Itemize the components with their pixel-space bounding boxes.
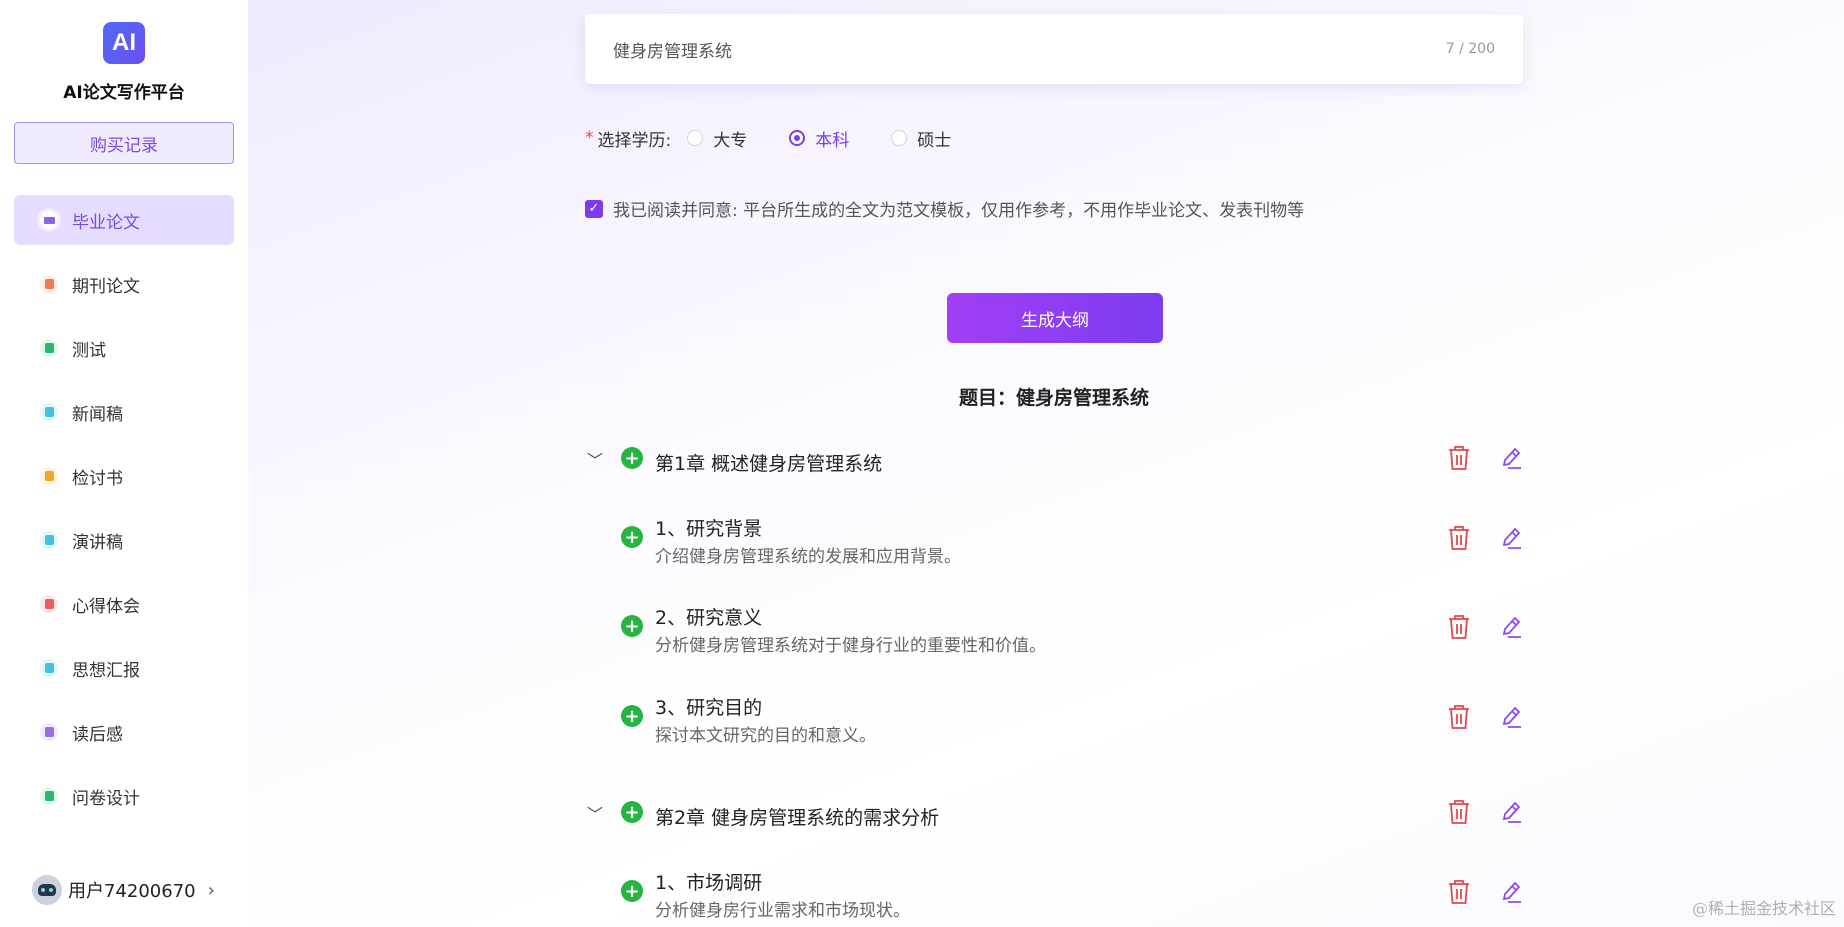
radio-label: 本科 (815, 130, 850, 151)
edit-icon[interactable] (1498, 525, 1522, 551)
edit-icon[interactable] (1498, 445, 1522, 471)
trash-icon[interactable] (1447, 799, 1471, 825)
radio-dot (891, 130, 908, 146)
chevron-down-icon[interactable]: ﹀ (587, 801, 603, 825)
edit-icon[interactable] (1498, 704, 1522, 730)
app-title: AI论文写作平台 (63, 83, 185, 103)
add-icon[interactable]: + (621, 615, 643, 637)
section-title: 2、研究意义 (655, 607, 763, 629)
section-title: 3、研究目的 (655, 697, 763, 719)
education-selector: * 选择学历: 大专 本科 硕士 (585, 124, 977, 152)
journal-icon (40, 275, 58, 293)
sidebar-item-self-criticism[interactable]: 检讨书 (14, 451, 234, 501)
speech-icon (40, 531, 58, 549)
generate-outline-button[interactable]: 生成大纲 (947, 293, 1163, 343)
required-mark: * (585, 128, 594, 148)
edit-icon[interactable] (1498, 799, 1522, 825)
review-icon (40, 467, 58, 485)
purchase-history-button[interactable]: 购买记录 (14, 122, 234, 164)
add-icon[interactable]: + (621, 705, 643, 727)
sidebar-item-label: 新闻稿 (72, 404, 123, 425)
section-desc: 介绍健身房管理系统的发展和应用背景。 (655, 547, 961, 567)
test-icon (40, 339, 58, 357)
trash-icon[interactable] (1447, 445, 1471, 471)
sidebar-item-label: 演讲稿 (72, 532, 123, 553)
sidebar-item-graduation-thesis[interactable]: 毕业论文 (14, 195, 234, 245)
add-icon[interactable]: + (621, 447, 643, 469)
sidebar-item-thought-report[interactable]: 思想汇报 (14, 643, 234, 693)
outline-title: 题目：健身房管理系统 (958, 387, 1149, 409)
trash-icon[interactable] (1447, 614, 1471, 640)
edit-icon[interactable] (1498, 879, 1522, 905)
graduation-cap-icon (40, 211, 58, 229)
sidebar-item-label: 期刊论文 (72, 276, 140, 297)
app-logo: AI (103, 22, 145, 64)
section-desc: 探讨本文研究的目的和意义。 (655, 726, 876, 746)
sidebar-item-label: 思想汇报 (72, 660, 140, 681)
radio-label: 大专 (713, 130, 748, 151)
radio-bachelor[interactable]: 本科 (789, 126, 849, 151)
radio-dot (687, 130, 704, 146)
section-desc: 分析健身房管理系统对于健身行业的重要性和价值。 (655, 636, 1046, 656)
chapter-title: 第2章 健身房管理系统的需求分析 (655, 807, 940, 829)
agreement-text: 我已阅读并同意: 平台所生成的全文为范文模板，仅用作参考，不用作毕业论文、发表刊… (613, 201, 1305, 221)
insight-icon (40, 595, 58, 613)
add-icon[interactable]: + (621, 801, 643, 823)
sidebar-item-press-release[interactable]: 新闻稿 (14, 387, 234, 437)
add-icon[interactable]: + (621, 880, 643, 902)
char-count: 7 / 200 (1445, 41, 1495, 57)
edit-icon[interactable] (1498, 614, 1522, 640)
radio-college[interactable]: 大专 (687, 126, 747, 151)
section-title: 1、市场调研 (655, 872, 763, 894)
radio-label: 硕士 (917, 130, 952, 151)
sidebar-item-label: 读后感 (72, 724, 123, 745)
book-icon (40, 723, 58, 741)
add-icon[interactable]: + (621, 526, 643, 548)
agreement-row: ✓ 我已阅读并同意: 平台所生成的全文为范文模板，仅用作参考，不用作毕业论文、发… (585, 196, 1304, 221)
topic-input[interactable] (613, 39, 1413, 59)
sidebar-item-label: 测试 (72, 340, 106, 361)
user-name: 用户74200670 (68, 881, 196, 902)
chevron-down-icon[interactable]: ﹀ (587, 447, 603, 471)
section-desc: 分析健身房行业需求和市场现状。 (655, 901, 910, 921)
trash-icon[interactable] (1447, 879, 1471, 905)
sidebar-item-label: 问卷设计 (72, 788, 140, 809)
sidebar-item-test[interactable]: 测试 (14, 323, 234, 373)
sidebar-item-label: 心得体会 (72, 596, 140, 617)
sidebar-item-label: 毕业论文 (72, 212, 140, 233)
chapter-title: 第1章 概述健身房管理系统 (655, 453, 883, 475)
topic-input-box: 7 / 200 (585, 14, 1523, 84)
sidebar-item-speech[interactable]: 演讲稿 (14, 515, 234, 565)
sidebar-item-label: 检讨书 (72, 468, 123, 489)
trash-icon[interactable] (1447, 525, 1471, 551)
section-title: 1、研究背景 (655, 518, 763, 540)
sidebar-item-reflection[interactable]: 心得体会 (14, 579, 234, 629)
sidebar-item-survey-design[interactable]: 问卷设计 (14, 771, 234, 821)
chevron-right-icon: › (207, 879, 215, 901)
sidebar-item-journal-paper[interactable]: 期刊论文 (14, 259, 234, 309)
report-icon (40, 659, 58, 677)
education-label: 选择学历: (597, 130, 672, 151)
watermark: @稀土掘金技术社区 (1691, 899, 1836, 918)
robot-avatar-icon (32, 875, 62, 905)
trash-icon[interactable] (1447, 704, 1471, 730)
user-profile[interactable]: 用户74200670 › (32, 872, 215, 908)
sidebar-nav: 毕业论文 期刊论文 测试 新闻稿 检讨书 演讲稿 心得体会 思想汇报 读后感 问… (14, 195, 234, 835)
agree-checkbox[interactable]: ✓ (585, 199, 603, 218)
news-icon (40, 403, 58, 421)
survey-icon (40, 787, 58, 805)
radio-dot (789, 130, 806, 146)
radio-master[interactable]: 硕士 (891, 126, 951, 151)
sidebar-item-book-review[interactable]: 读后感 (14, 707, 234, 757)
sidebar: AI AI论文写作平台 购买记录 毕业论文 期刊论文 测试 新闻稿 检讨书 演讲… (0, 0, 248, 927)
